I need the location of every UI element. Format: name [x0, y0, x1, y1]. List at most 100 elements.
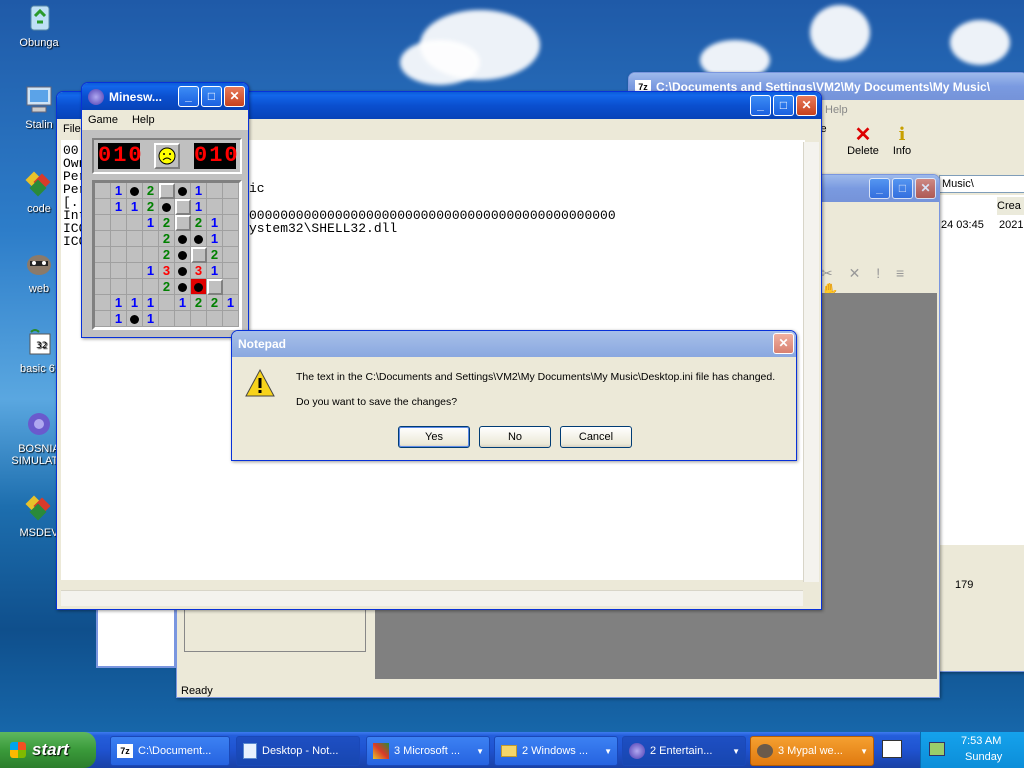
number-cell[interactable]: 1 — [127, 295, 143, 311]
empty-cell[interactable] — [127, 247, 143, 263]
closed-cell[interactable] — [207, 279, 223, 295]
empty-cell[interactable] — [95, 279, 111, 295]
menu-help[interactable]: Help — [132, 114, 155, 126]
number-cell[interactable]: 1 — [143, 263, 159, 279]
number-cell[interactable]: 2 — [207, 295, 223, 311]
closed-cell[interactable] — [159, 183, 175, 199]
empty-cell[interactable] — [223, 231, 239, 247]
empty-cell[interactable] — [111, 215, 127, 231]
minesweeper-titlebar[interactable]: Minesw... _ □ ✕ — [82, 83, 248, 110]
task-entertainment[interactable]: 2 Entertain... ▼ — [622, 736, 746, 766]
minesweeper-window[interactable]: Minesw... _ □ ✕ Game Help 010 010 121112… — [81, 82, 249, 338]
smiley-button[interactable] — [154, 143, 180, 169]
menu-game[interactable]: Game — [88, 114, 118, 126]
empty-cell[interactable] — [143, 231, 159, 247]
number-cell[interactable]: 1 — [175, 295, 191, 311]
empty-cell[interactable] — [175, 311, 191, 327]
empty-cell[interactable] — [95, 263, 111, 279]
empty-cell[interactable] — [127, 215, 143, 231]
desktop-icon-obunga[interactable]: Obunga — [0, 2, 79, 49]
number-cell[interactable]: 2 — [207, 247, 223, 263]
yes-button[interactable]: Yes — [398, 426, 470, 448]
number-cell[interactable]: 1 — [127, 199, 143, 215]
task-microsoft[interactable]: 3 Microsoft ... ▼ — [366, 736, 490, 766]
mine-cell[interactable] — [191, 231, 207, 247]
mine-cell[interactable] — [175, 279, 191, 295]
start-button[interactable]: start — [0, 732, 96, 768]
empty-cell[interactable] — [223, 311, 239, 327]
empty-cell[interactable] — [191, 311, 207, 327]
empty-cell[interactable] — [127, 231, 143, 247]
mine-cell[interactable] — [175, 247, 191, 263]
number-cell[interactable]: 2 — [191, 215, 207, 231]
number-cell[interactable]: 1 — [191, 183, 207, 199]
number-cell[interactable]: 2 — [159, 215, 175, 231]
close-button[interactable]: ✕ — [796, 95, 817, 116]
file-list[interactable]: Crea 24 03:45 2021- — [939, 195, 1024, 545]
delete-button[interactable]: ✕ Delete — [843, 125, 883, 157]
number-cell[interactable]: 2 — [143, 183, 159, 199]
dialog-close-button[interactable]: ✕ — [773, 333, 794, 354]
number-cell[interactable]: 1 — [143, 311, 159, 327]
number-cell[interactable]: 3 — [191, 263, 207, 279]
number-cell[interactable]: 1 — [111, 295, 127, 311]
column-header[interactable]: Crea — [997, 197, 1024, 215]
task-mypal[interactable]: 3 Mypal we... ▼ — [750, 736, 874, 766]
empty-cell[interactable] — [143, 279, 159, 295]
closed-cell[interactable] — [175, 215, 191, 231]
task-7zip[interactable]: 7z C:\Document... — [110, 736, 230, 766]
minimize-button[interactable]: _ — [750, 95, 771, 116]
empty-cell[interactable] — [127, 263, 143, 279]
exploded-mine-cell[interactable] — [191, 279, 207, 295]
close-button[interactable]: ✕ — [224, 86, 245, 107]
vertical-scrollbar[interactable] — [803, 142, 819, 582]
empty-cell[interactable] — [95, 311, 111, 327]
menu-file[interactable]: File — [63, 123, 81, 135]
number-cell[interactable]: 1 — [111, 183, 127, 199]
number-cell[interactable]: 2 — [159, 247, 175, 263]
empty-cell[interactable] — [159, 311, 175, 327]
mine-cell[interactable] — [127, 311, 143, 327]
empty-cell[interactable] — [95, 231, 111, 247]
no-button[interactable]: No — [479, 426, 551, 448]
path-field[interactable]: Music\ — [939, 175, 1024, 193]
clock-time[interactable]: 7:53 AM — [961, 735, 1001, 747]
empty-cell[interactable] — [111, 247, 127, 263]
number-cell[interactable]: 1 — [191, 199, 207, 215]
number-cell[interactable]: 1 — [207, 215, 223, 231]
number-cell[interactable]: 3 — [159, 263, 175, 279]
number-cell[interactable]: 1 — [143, 215, 159, 231]
number-cell[interactable]: 2 — [159, 279, 175, 295]
mine-cell[interactable] — [175, 183, 191, 199]
empty-cell[interactable] — [223, 199, 239, 215]
save-dialog[interactable]: Notepad ✕ The text in the C:\Documents a… — [231, 330, 797, 461]
network-icon[interactable] — [929, 742, 945, 756]
empty-cell[interactable] — [223, 279, 239, 295]
maximize-button[interactable]: □ — [892, 178, 913, 199]
closed-cell[interactable] — [191, 247, 207, 263]
empty-cell[interactable] — [143, 247, 159, 263]
minefield[interactable]: 12111211221212213312111122111 — [92, 180, 242, 330]
task-windows[interactable]: 2 Windows ... ▼ — [494, 736, 618, 766]
mine-cell[interactable] — [175, 263, 191, 279]
number-cell[interactable]: 1 — [143, 295, 159, 311]
menu-help[interactable]: Help — [825, 104, 848, 116]
maximize-button[interactable]: □ — [201, 86, 222, 107]
empty-cell[interactable] — [207, 183, 223, 199]
maximize-button[interactable]: □ — [773, 95, 794, 116]
number-cell[interactable]: 2 — [143, 199, 159, 215]
empty-cell[interactable] — [207, 311, 223, 327]
empty-cell[interactable] — [127, 279, 143, 295]
empty-cell[interactable] — [95, 215, 111, 231]
empty-cell[interactable] — [111, 279, 127, 295]
empty-cell[interactable] — [111, 263, 127, 279]
horizontal-scrollbar[interactable] — [61, 590, 803, 606]
number-cell[interactable]: 1 — [111, 199, 127, 215]
empty-cell[interactable] — [223, 215, 239, 231]
number-cell[interactable]: 1 — [207, 263, 223, 279]
dialog-titlebar[interactable]: Notepad ✕ — [232, 331, 796, 357]
empty-cell[interactable] — [95, 183, 111, 199]
close-button[interactable]: ✕ — [915, 178, 936, 199]
number-cell[interactable]: 1 — [207, 231, 223, 247]
keyboard-icon[interactable] — [882, 740, 902, 758]
